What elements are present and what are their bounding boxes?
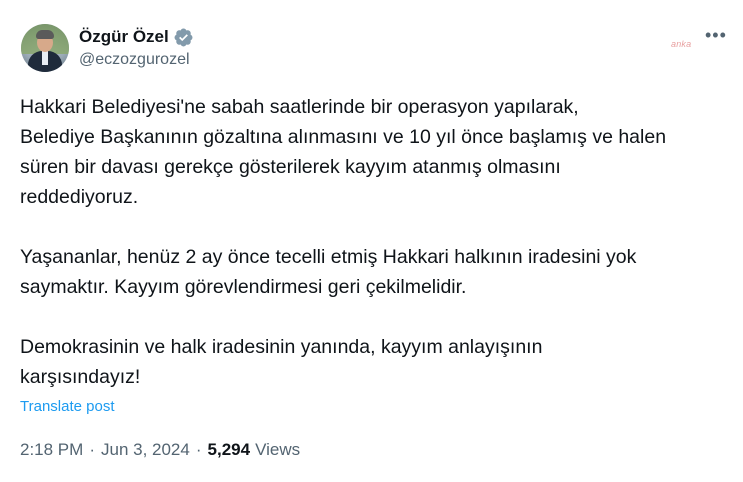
views-count[interactable]: 5,294	[208, 440, 251, 460]
post-line: reddediyoruz.	[20, 186, 139, 208]
post-metadata: 2:18 PM · Jun 3, 2024 · 5,294 Views	[20, 440, 300, 460]
verified-badge-icon[interactable]	[173, 27, 194, 48]
watermark-logo: anka	[671, 39, 692, 49]
post-time[interactable]: 2:18 PM	[20, 440, 83, 460]
more-options-icon[interactable]: •••	[705, 26, 727, 44]
author-handle[interactable]: @eczozgurozel	[79, 51, 190, 69]
post-line: süren bir davası gerekçe gösterilerek ka…	[20, 156, 561, 178]
separator-dot: ·	[89, 440, 95, 459]
author-name-row: Özgür Özel	[79, 26, 194, 48]
post-card: Özgür Özel @eczozgurozel anka ••• Hakkar…	[0, 0, 743, 482]
post-line: Demokrasinin ve halk iradesinin yanında,…	[20, 336, 543, 358]
post-text: Hakkari Belediyesi'ne sabah saatlerinde …	[20, 92, 732, 392]
author-display-name[interactable]: Özgür Özel	[79, 27, 169, 47]
post-line: saymaktır. Kayyım görevlendirmesi geri ç…	[20, 276, 467, 298]
post-line: Hakkari Belediyesi'ne sabah saatlerinde …	[20, 96, 579, 118]
translate-post-link[interactable]: Translate post	[20, 398, 115, 415]
post-line: Yaşananlar, henüz 2 ay önce tecelli etmi…	[20, 246, 637, 268]
post-line: Belediye Başkanının gözaltına alınmasını…	[20, 126, 667, 148]
post-date[interactable]: Jun 3, 2024	[101, 440, 190, 460]
separator-dot: ·	[195, 440, 202, 459]
post-line: karşısındayız!	[20, 366, 141, 388]
avatar[interactable]	[21, 24, 69, 72]
views-label[interactable]: Views	[255, 440, 300, 460]
